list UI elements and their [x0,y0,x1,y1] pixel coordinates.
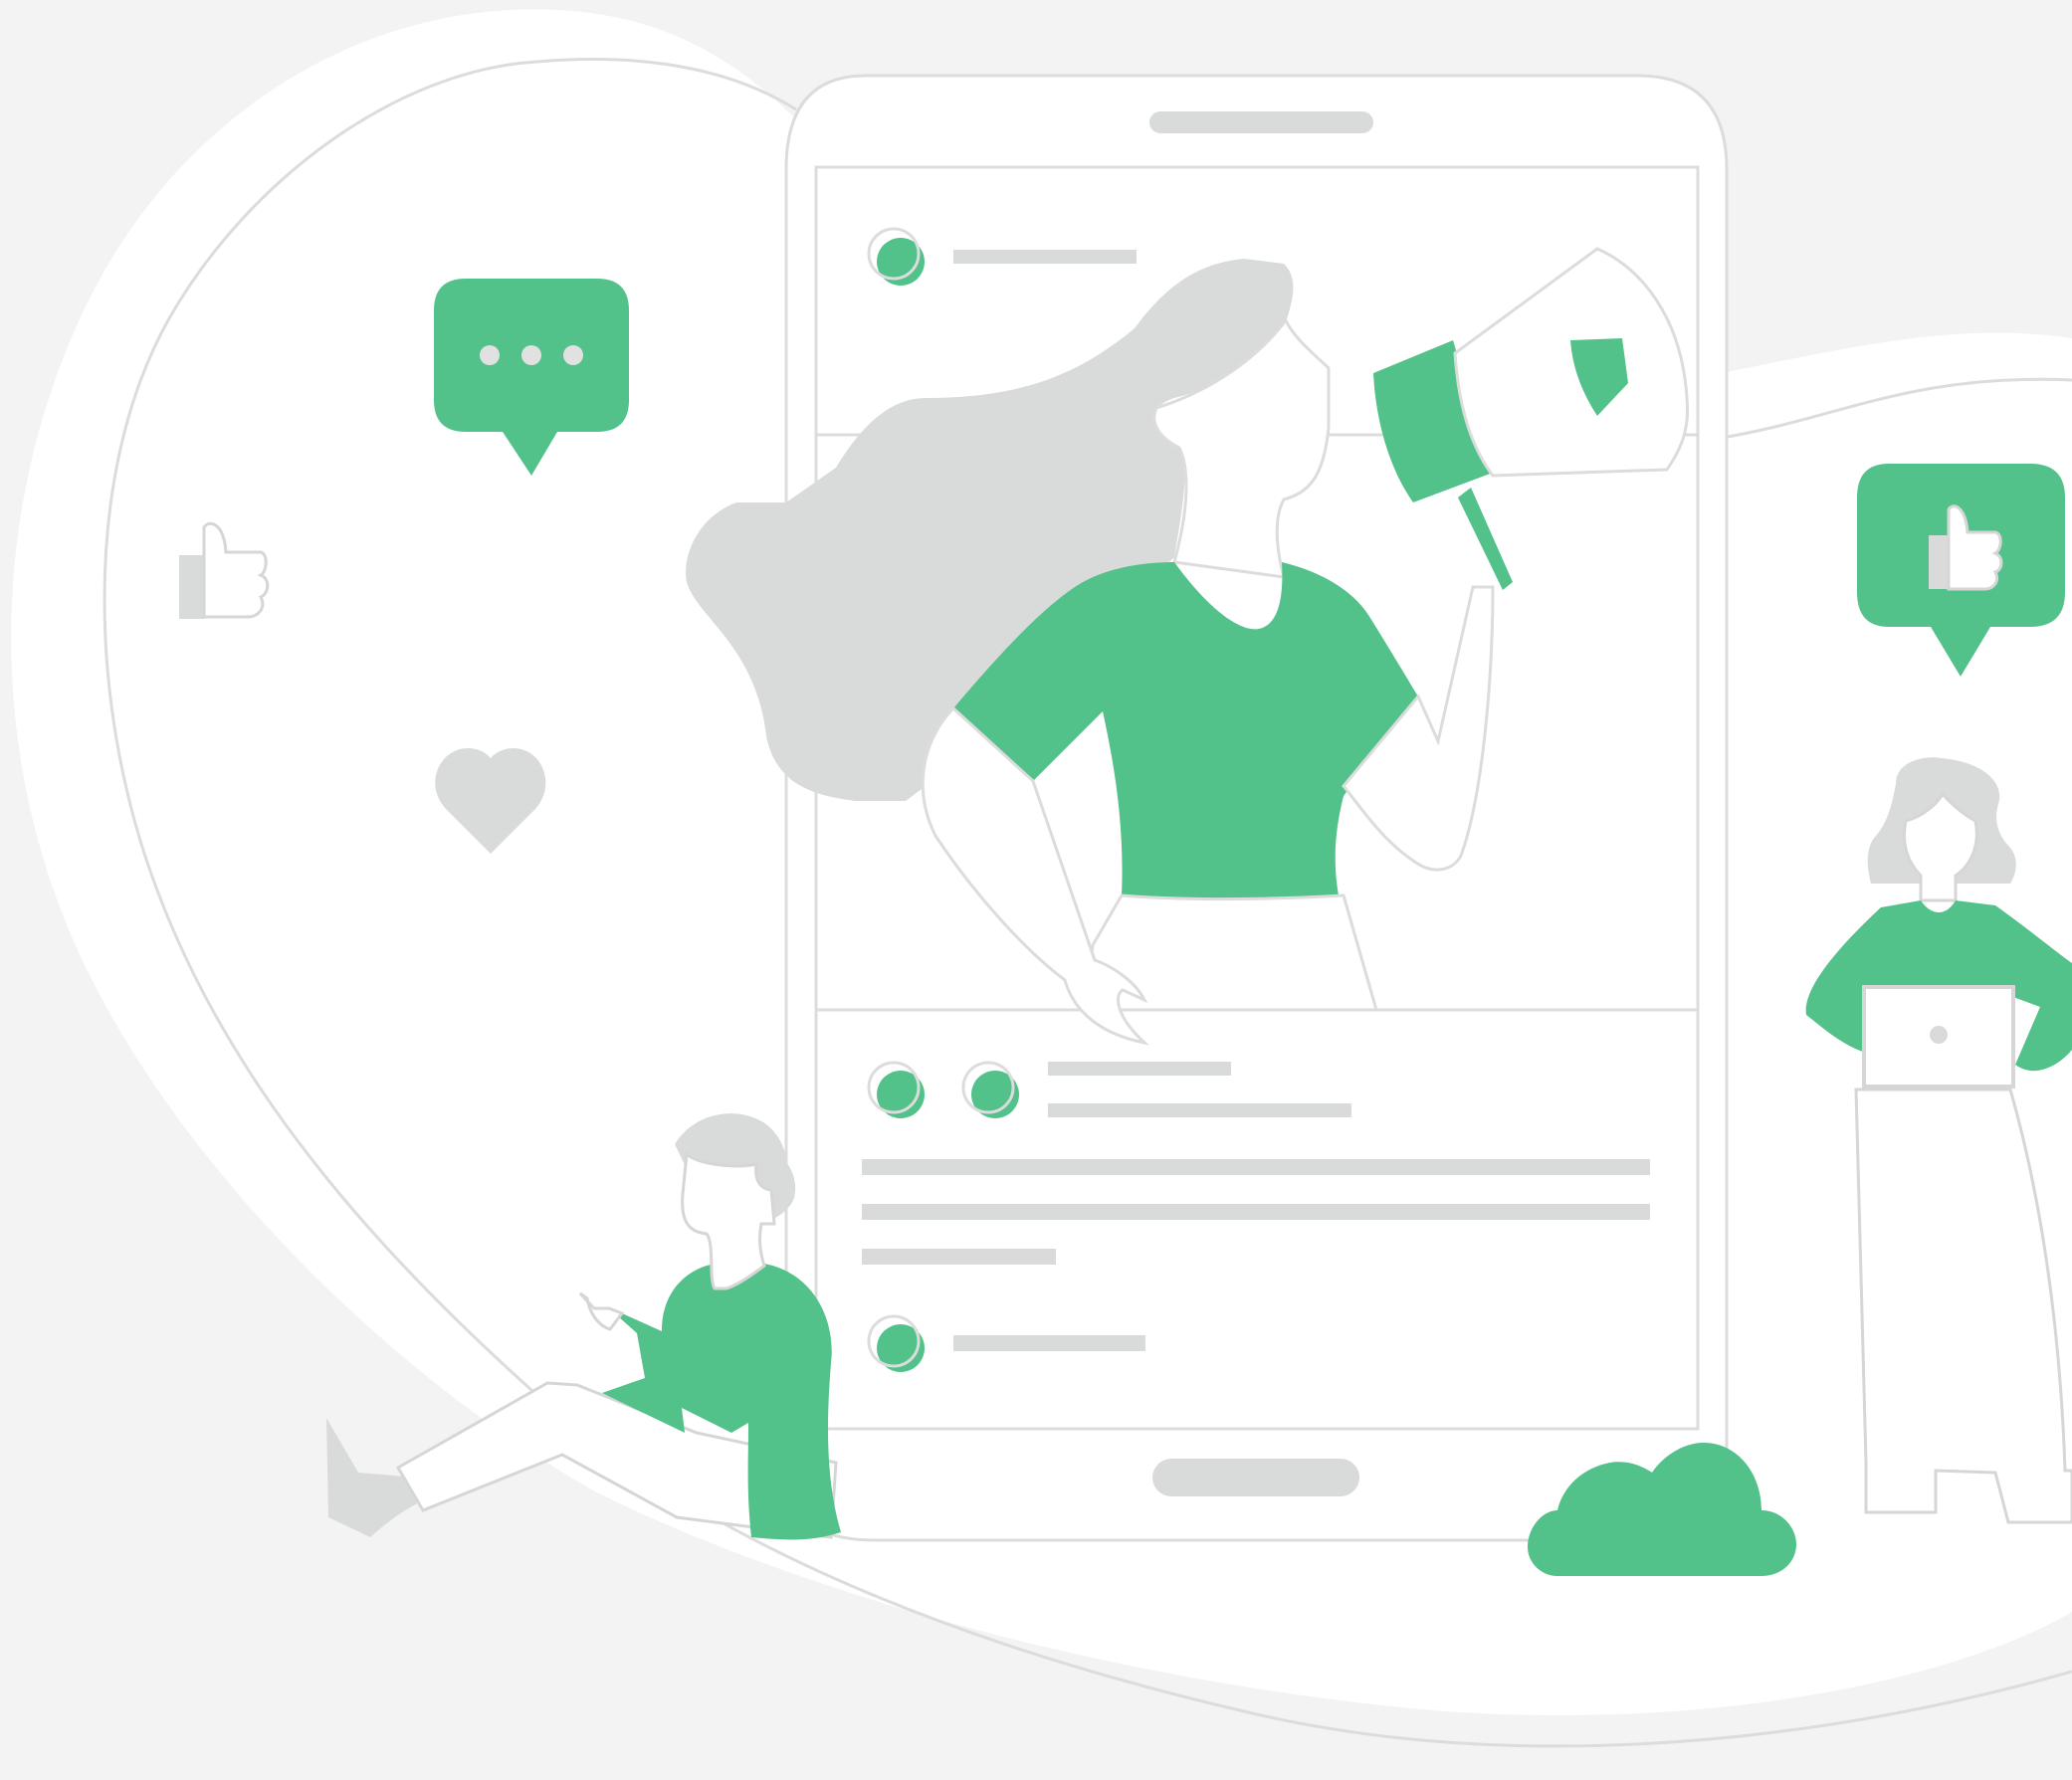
phone-home-button [1152,1459,1359,1496]
illustration-canvas [11,9,2072,1748]
phone-speaker [1149,111,1373,133]
